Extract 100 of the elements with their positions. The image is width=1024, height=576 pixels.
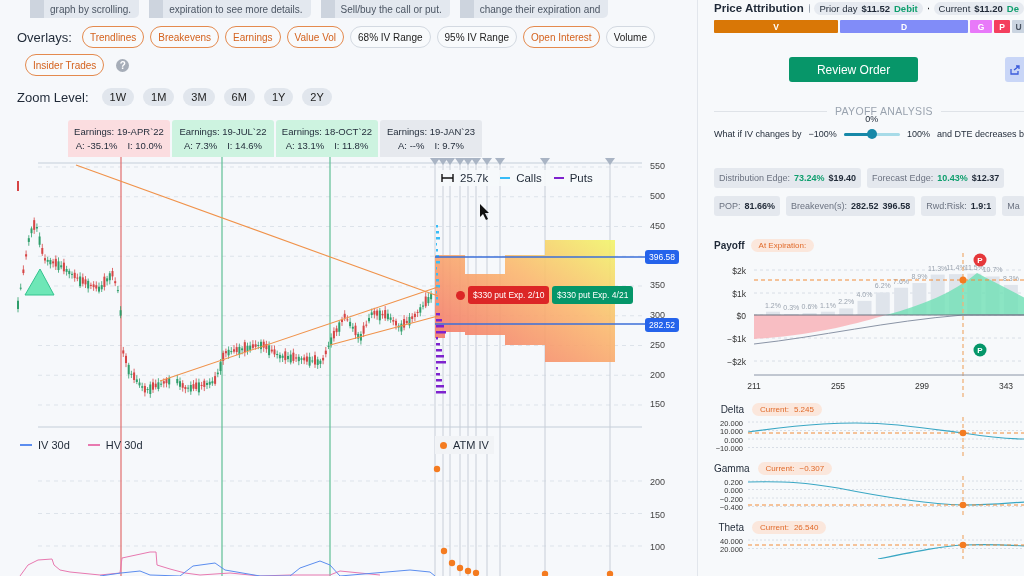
breakeven-label: 282.52	[645, 318, 679, 332]
axis-label: 211	[747, 381, 761, 391]
badge-value: 26.540	[793, 523, 819, 532]
chart-title: Delta	[719, 404, 744, 415]
tip-text: Sell/buy the call or put.	[340, 3, 442, 15]
axis-label: 500	[650, 191, 666, 202]
slider-min: −100%	[808, 129, 837, 139]
stat-value: $19.40	[828, 173, 857, 183]
iv-prompt: What if IV changes by	[714, 129, 802, 139]
overlay-toggle[interactable]: Insider Trades	[25, 54, 105, 76]
legend-label[interactable]: HV 30d	[105, 439, 143, 451]
axis-label: 300	[650, 310, 666, 321]
tip-text: graph by scrolling.	[50, 3, 132, 15]
overlay-toggle[interactable]: Value Vol	[286, 26, 345, 48]
pill-value: $11.52	[861, 2, 890, 14]
axis-label: $2k	[732, 265, 746, 276]
overlay-toggle[interactable]: Open Interest	[523, 26, 600, 48]
overlay-toggle[interactable]: Volume	[605, 26, 655, 48]
overlay-toggle[interactable]: Earnings	[225, 26, 281, 48]
axis-label: 200	[650, 477, 666, 487]
earnings-date: Earnings: 19-JUL`22	[179, 126, 267, 137]
stat-value: 81.66%	[744, 201, 776, 211]
position-tag[interactable]: $330 put Exp. 2/10	[468, 286, 550, 304]
stat-percent: 73.24%	[794, 173, 825, 183]
zoom-button[interactable]: 1M	[143, 88, 175, 106]
axis-label: 200	[650, 369, 666, 380]
stat-percent: 10.43%	[937, 173, 968, 183]
review-order-button[interactable]: Review Order	[789, 57, 919, 82]
attribution-segment[interactable]: V	[714, 20, 838, 33]
axis-label: 350	[650, 280, 666, 291]
earnings-card[interactable]: Earnings: 19-JUL`22 A: 7.3% I: 14.6%	[172, 120, 274, 157]
stat-label: POP:	[719, 201, 741, 211]
earnings-card[interactable]: Earnings: 19-JAN`23 A: --% I: 9.7%	[380, 120, 482, 157]
axis-label: 150	[650, 399, 666, 410]
section-title: Price Attribution	[714, 2, 804, 14]
actual-move: A: --%	[398, 140, 425, 151]
axis-label: 150	[650, 509, 666, 520]
pill-type: De	[1006, 2, 1019, 14]
implied-move: I: 11.8%	[334, 140, 369, 151]
axis-label: 100	[650, 542, 666, 552]
legend-label[interactable]: IV 30d	[38, 439, 70, 451]
overlay-toggle[interactable]: 95% IV Range	[436, 26, 518, 48]
axis-label: −$1k	[727, 333, 746, 344]
zoom-button[interactable]: 3M	[183, 88, 215, 106]
axis-label: −$2k	[727, 356, 746, 367]
axis-label: $0	[736, 310, 746, 321]
chart-title: Payoff	[714, 240, 745, 251]
chart-title: Theta	[717, 522, 744, 533]
legend-label: ATM IV	[453, 439, 489, 451]
tip-text: change their expiration and	[479, 3, 601, 15]
pill-value: $11.20	[974, 2, 1003, 14]
price-marker-pin[interactable]: P	[973, 343, 987, 357]
stat-label: Distribution Edge:	[719, 173, 791, 183]
badge-value: 5.245	[793, 405, 814, 414]
earnings-card[interactable]: Earnings: 19-APR`22 A: -35.1% I: 10.0%	[68, 120, 170, 157]
open-interest-scale: 25.7k	[460, 172, 489, 184]
pill-label: Current	[938, 2, 971, 14]
zoom-button[interactable]: 1Y	[263, 88, 294, 106]
stat-label: Forecast Edge:	[872, 173, 934, 183]
badge-label: Current:	[765, 464, 795, 473]
stat-value: $12.37	[971, 173, 1000, 183]
position-tag[interactable]: $330 put Exp. 4/21	[552, 286, 634, 304]
actual-move: A: 13.1%	[285, 140, 325, 151]
puts-legend: Puts	[569, 172, 593, 184]
implied-move: I: 14.6%	[227, 140, 263, 151]
earnings-date: Earnings: 19-APR`22	[74, 126, 164, 137]
overlay-toggle[interactable]: Trendlines	[81, 26, 145, 48]
overlay-toggle[interactable]: 68% IV Range	[350, 26, 431, 48]
stat-value: 282.52	[851, 201, 879, 211]
pill-label: Prior day	[819, 2, 858, 14]
zoom-button[interactable]: 2Y	[302, 88, 332, 106]
axis-label: 255	[830, 381, 846, 391]
earnings-date: Earnings: 18-OCT`22	[281, 126, 373, 137]
overlay-toggle[interactable]: Breakevens	[150, 26, 220, 48]
attribution-segment[interactable]: P	[994, 20, 1010, 33]
axis-label: 250	[650, 339, 666, 350]
tip-text: expiration to see more details.	[169, 3, 303, 15]
implied-move: I: 9.7%	[434, 140, 464, 151]
slider-max: 100%	[906, 129, 930, 139]
stat-label: Rwd:Risk:	[926, 201, 967, 211]
stat-label: Ma	[1007, 201, 1020, 211]
axis-label: 343	[998, 381, 1014, 391]
actual-move: A: 7.3%	[183, 140, 218, 151]
attribution-segment[interactable]: D	[840, 20, 968, 33]
pill-type: Debit	[894, 2, 918, 14]
stat-value: 396.58	[882, 201, 911, 211]
axis-label: 450	[650, 220, 666, 231]
badge-label: Current:	[760, 405, 789, 414]
attribution-segment[interactable]: U	[1012, 20, 1024, 33]
badge-value: −0.307	[799, 464, 825, 473]
axis-label: 550	[650, 161, 666, 172]
zoom-button[interactable]: 6M	[223, 88, 255, 106]
zoom-button[interactable]: 1W	[101, 88, 135, 106]
calls-legend: Calls	[516, 172, 542, 184]
chart-title: Gamma	[714, 463, 750, 474]
overlays-label: Overlays:	[17, 29, 72, 45]
zoom-label: Zoom Level:	[17, 89, 89, 105]
earnings-date: Earnings: 19-JAN`23	[386, 126, 476, 137]
implied-move: I: 10.0%	[127, 140, 163, 151]
earnings-card[interactable]: Earnings: 18-OCT`22 A: 13.1% I: 11.8%	[276, 120, 378, 157]
